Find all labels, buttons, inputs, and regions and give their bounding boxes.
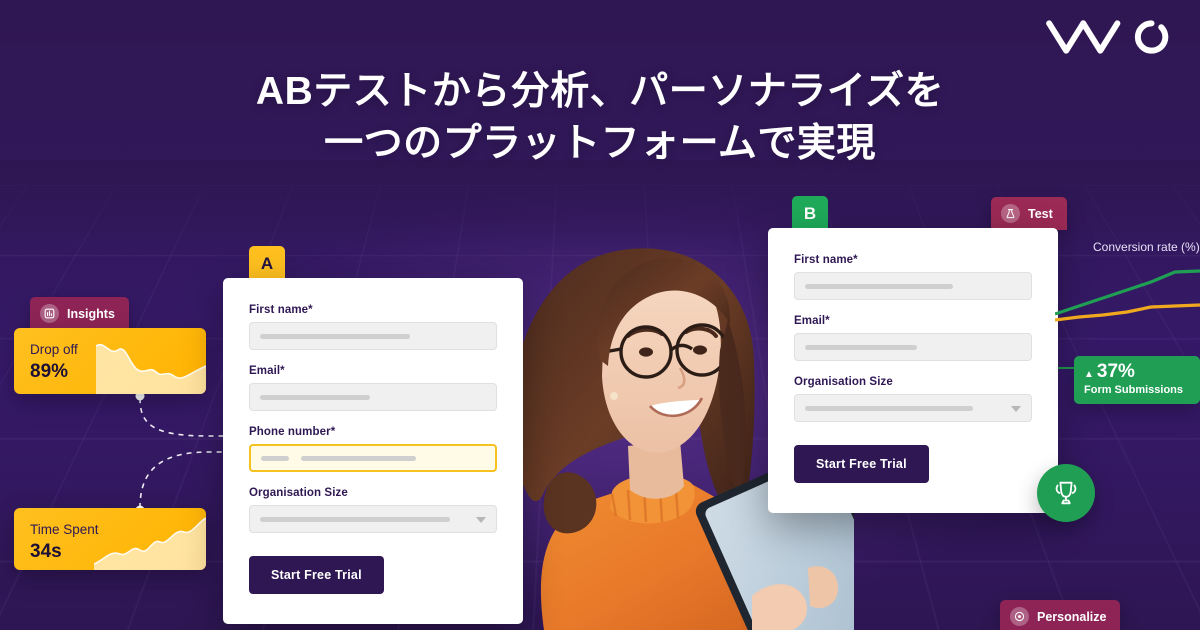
field-label: Phone number*: [249, 426, 336, 438]
kpi-card-form-submissions[interactable]: ▲ 37% Form Submissions: [1074, 356, 1200, 404]
badge-personalize-label: Personalize: [1037, 609, 1107, 624]
input-email-b[interactable]: [794, 333, 1032, 361]
series-variation-b: [1054, 269, 1200, 316]
time-spent-sparkline: [94, 517, 206, 570]
vwo-logo: [1044, 16, 1172, 58]
headline-line-2: 一つのプラットフォームで実現: [324, 122, 876, 165]
field-first-name-a: First name*: [249, 304, 497, 350]
variant-tab-b-label: B: [803, 204, 817, 223]
kpi-label: Form Submissions: [1084, 384, 1184, 396]
flask-icon: [1001, 204, 1020, 223]
select-organisation-size-a[interactable]: [249, 505, 497, 533]
kpi-value: 37%: [1096, 361, 1135, 382]
input-email-a[interactable]: [249, 383, 497, 411]
insights-icon: [40, 304, 59, 323]
chart-plot: [1054, 269, 1200, 322]
form-card-variant-a: First name* Email* Phone number* Organis…: [223, 278, 523, 624]
kpi-value-row: ▲ 37%: [1084, 361, 1190, 383]
insight-card-drop-off[interactable]: Drop off 89%: [14, 328, 206, 394]
chart-title: Conversion rate (%): [1093, 240, 1200, 254]
field-organisation-size-a: Organisation Size: [249, 487, 497, 533]
field-first-name-b: First name*: [794, 254, 1032, 300]
conversion-rate-chart: Conversion rate (%): [1054, 240, 1200, 345]
trend-up-icon: ▲: [1084, 369, 1094, 380]
headline-line-1: ABテストから分析、パーソナライズを: [255, 70, 945, 113]
field-phone-number-a: Phone number*: [249, 426, 497, 472]
trophy-icon: [1055, 481, 1077, 505]
badge-test-label: Test: [1028, 206, 1053, 221]
start-free-trial-button-a[interactable]: Start Free Trial: [249, 556, 384, 594]
field-label: Email*: [794, 315, 830, 327]
target-icon: [1010, 607, 1029, 626]
form-card-variant-b: First name* Email* Organisation Size Sta…: [768, 228, 1058, 513]
field-label: Organisation Size: [249, 487, 348, 499]
field-email-a: Email*: [249, 365, 497, 411]
variant-tab-a[interactable]: A: [249, 246, 285, 282]
field-label: Email*: [249, 365, 285, 377]
start-free-trial-button-b[interactable]: Start Free Trial: [794, 445, 929, 483]
badge-insights-label: Insights: [67, 306, 115, 321]
field-organisation-size-b: Organisation Size: [794, 376, 1032, 422]
input-first-name-b[interactable]: [794, 272, 1032, 300]
badge-test[interactable]: Test: [991, 197, 1067, 230]
variant-tab-a-label: A: [260, 254, 274, 273]
variant-tab-b[interactable]: B: [792, 196, 828, 232]
insight-card-time-spent[interactable]: Time Spent 34s: [14, 508, 206, 570]
badge-personalize[interactable]: Personalize: [1000, 600, 1121, 630]
chevron-down-icon: [1011, 406, 1021, 412]
input-first-name-a[interactable]: [249, 322, 497, 350]
chevron-down-icon: [476, 517, 486, 523]
input-phone-number-a[interactable]: [249, 444, 497, 472]
drop-off-sparkline: [96, 343, 206, 394]
field-label: First name*: [794, 254, 858, 266]
field-label: Organisation Size: [794, 376, 893, 388]
page-title: ABテストから分析、パーソナライズを 一つのプラットフォームで実現: [0, 66, 1200, 170]
field-email-b: Email*: [794, 315, 1032, 361]
badge-insights[interactable]: Insights: [30, 297, 129, 330]
hero-banner: ABテストから分析、パーソナライズを 一つのプラットフォームで実現 Insigh…: [0, 0, 1200, 630]
winner-trophy-badge: [1037, 464, 1095, 522]
select-organisation-size-b[interactable]: [794, 394, 1032, 422]
field-label: First name*: [249, 304, 313, 316]
